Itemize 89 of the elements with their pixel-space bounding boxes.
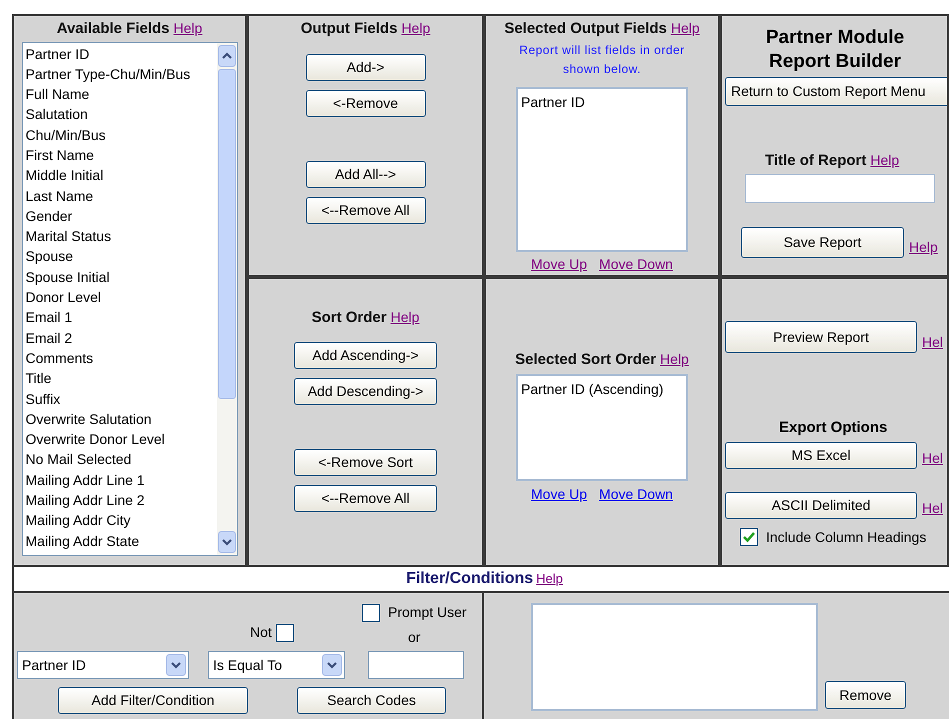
chevron-down-icon <box>322 654 342 676</box>
chevron-down-icon <box>166 654 186 676</box>
page-title: Report Builder <box>768 50 902 74</box>
action-button[interactable]: Add Descending-> <box>294 378 437 404</box>
dropdown[interactable]: Is Equal To <box>208 651 345 679</box>
list-item[interactable]: Overwrite Salutation <box>26 408 216 430</box>
action-button[interactable]: <-Remove Sort <box>294 448 437 476</box>
list-item[interactable]: Gender <box>26 206 216 226</box>
section-title: Output Fields <box>300 19 398 39</box>
list-item[interactable]: First Name <box>26 144 216 166</box>
list-item[interactable]: Partner Type-Chu/Min/Bus <box>26 64 216 84</box>
list-item[interactable]: Mailing Addr Line 1 <box>26 470 216 490</box>
chevron-up-icon[interactable] <box>218 44 236 66</box>
scrollbar[interactable] <box>216 42 236 554</box>
action-button[interactable]: <-Remove <box>306 90 426 116</box>
action-button[interactable]: Preview Report <box>725 321 917 353</box>
list-item[interactable]: Spouse Initial <box>26 266 216 288</box>
list-item[interactable]: Partner ID <box>26 44 216 64</box>
list-item[interactable]: Email 2 <box>26 328 216 348</box>
list-item[interactable]: Salutation <box>26 104 216 125</box>
list-item[interactable]: Partner ID <box>521 92 683 112</box>
action-button[interactable]: Add All--> <box>306 160 426 188</box>
list-item[interactable]: Marital Status <box>26 226 216 246</box>
checkbox[interactable] <box>740 528 758 546</box>
list-item[interactable]: Full Name <box>26 84 216 104</box>
checkbox-label: Include Column Headings <box>766 528 926 547</box>
list-item[interactable]: Partner ID (Ascending) <box>521 378 683 400</box>
action-button[interactable]: Return to Custom Report Menu <box>725 77 947 106</box>
help-link[interactable]: Help <box>390 307 420 328</box>
section-title: Export Options <box>779 418 888 438</box>
scrollbar-thumb[interactable] <box>218 68 236 398</box>
help-link[interactable]: Help <box>660 349 689 370</box>
help-link[interactable]: Help <box>670 18 700 39</box>
action-button[interactable]: Add Filter/Condition <box>58 687 248 714</box>
move-link[interactable]: Move Up <box>531 484 588 504</box>
list-item[interactable]: Mailing Addr Line 2 <box>26 490 216 510</box>
list-item[interactable]: Last Name <box>26 186 216 206</box>
action-button[interactable]: <--Remove All <box>306 196 426 224</box>
action-button[interactable]: MS Excel <box>725 442 917 468</box>
page-title: Partner Module <box>764 26 906 50</box>
list-item[interactable]: Mailing Addr City <box>26 510 216 531</box>
move-link[interactable]: Move Down <box>599 484 673 504</box>
list-item[interactable]: Overwrite Donor Level <box>26 429 216 450</box>
list-item[interactable]: Mailing Addr State <box>26 530 216 551</box>
action-button[interactable]: Search Codes <box>297 687 446 714</box>
checkbox-label: Not <box>250 623 272 642</box>
help-link[interactable]: Help <box>174 18 202 39</box>
section-title: Selected Sort Order <box>515 350 656 370</box>
list-item[interactable]: Email 1 <box>26 307 216 328</box>
action-button[interactable]: Remove <box>825 681 906 709</box>
help-link[interactable]: Help <box>870 150 900 171</box>
or-label: or <box>408 628 420 647</box>
hint-text: Report will list fields in order shown below. <box>518 42 686 78</box>
report-title-field[interactable] <box>745 174 935 202</box>
list-item[interactable]: Spouse <box>26 246 216 267</box>
section-title: Sort Order <box>312 308 387 328</box>
dropdown[interactable]: Partner ID <box>17 651 189 679</box>
help-link[interactable]: Help <box>909 236 938 258</box>
checkmark-icon <box>743 531 755 543</box>
sort-order-listbox[interactable]: Partner ID (Ascending) <box>516 374 688 480</box>
action-button[interactable]: ASCII Delimited <box>725 492 917 518</box>
move-link[interactable]: Move Up <box>531 254 588 275</box>
help-link[interactable]: Help <box>401 18 430 39</box>
action-button[interactable]: <--Remove All <box>294 484 437 512</box>
action-button[interactable]: Add Ascending-> <box>294 342 437 368</box>
list-item[interactable]: Comments <box>26 348 216 368</box>
list-item[interactable]: No Mail Selected <box>26 449 216 470</box>
move-link[interactable]: Move Down <box>599 254 673 275</box>
list-item[interactable]: Suffix <box>26 388 216 409</box>
selected-fields-listbox[interactable]: Partner ID <box>516 86 688 252</box>
help-link[interactable]: Hel <box>922 448 944 468</box>
checkbox[interactable] <box>276 624 294 642</box>
value-field[interactable] <box>368 651 464 679</box>
section-title: Filter/Conditions <box>406 569 534 589</box>
section-title: Title of Report <box>765 151 866 171</box>
checkbox-label: Prompt User <box>388 603 467 622</box>
section-title: Selected Output Fields <box>504 19 667 39</box>
help-link[interactable]: Hel <box>922 332 944 353</box>
action-button[interactable]: Save Report <box>741 226 904 258</box>
section-title: Available Fields <box>56 19 170 39</box>
list-item[interactable]: Title <box>26 368 216 389</box>
list-item[interactable]: Chu/Min/Bus <box>26 124 216 145</box>
list-item[interactable]: Middle Initial <box>26 165 216 186</box>
help-link[interactable]: Help <box>536 569 563 589</box>
chevron-down-icon[interactable] <box>218 530 236 552</box>
list-item[interactable]: Donor Level <box>26 287 216 308</box>
checkbox[interactable] <box>362 604 380 622</box>
help-link[interactable]: Hel <box>922 498 944 518</box>
action-button[interactable]: Add-> <box>306 54 426 80</box>
